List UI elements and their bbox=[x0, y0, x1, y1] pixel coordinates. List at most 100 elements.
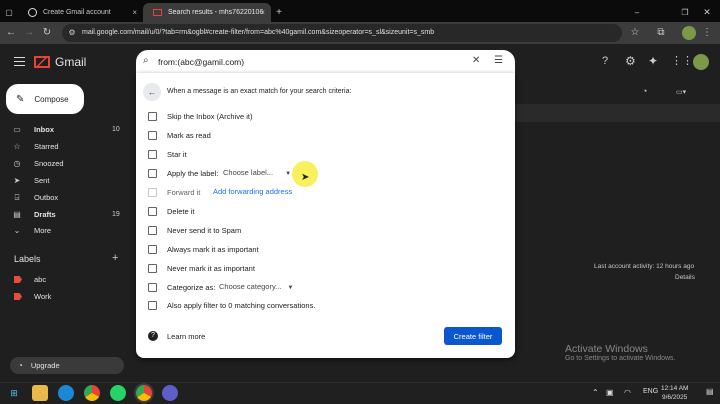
option-always-important[interactable]: Always mark it as important bbox=[148, 243, 259, 255]
whatsapp-icon[interactable] bbox=[110, 385, 126, 401]
checkbox[interactable] bbox=[148, 111, 157, 121]
network-icon[interactable]: ◠ bbox=[624, 388, 631, 397]
sidebar-label-work[interactable]: Work bbox=[0, 288, 130, 305]
option-delete-it[interactable]: Delete it bbox=[148, 205, 195, 217]
profile-avatar[interactable] bbox=[682, 26, 696, 40]
tray-chevron-icon[interactable]: ⌃ bbox=[592, 388, 599, 397]
reload-icon[interactable]: ↻ bbox=[40, 24, 54, 42]
checkbox[interactable] bbox=[148, 149, 157, 159]
upgrade-button[interactable]: ◔ Upgrade bbox=[10, 357, 124, 374]
checkbox[interactable] bbox=[148, 130, 157, 140]
checkbox[interactable] bbox=[148, 300, 157, 310]
sidebar-item-more[interactable]: ⌄ More bbox=[0, 222, 130, 239]
option-apply-label[interactable]: Apply the label: bbox=[148, 167, 218, 179]
windows-start-icon[interactable]: ⊞ bbox=[6, 385, 22, 401]
close-window-icon[interactable]: ✕ bbox=[700, 3, 714, 22]
forward-icon[interactable]: → bbox=[22, 24, 36, 42]
screen: ▢ Create Gmail account × Search results … bbox=[0, 0, 720, 404]
checkbox[interactable] bbox=[148, 225, 157, 235]
clear-search-icon[interactable]: ✕ bbox=[472, 55, 480, 66]
close-tab-icon[interactable]: × bbox=[132, 8, 137, 17]
bookmark-star-icon[interactable]: ☆ bbox=[628, 24, 642, 42]
gmail-logo-icon bbox=[34, 56, 50, 68]
tray-app-icon[interactable]: ▣ bbox=[606, 388, 614, 397]
learn-more-link[interactable]: Learn more bbox=[167, 332, 205, 341]
new-tab-button[interactable]: + bbox=[272, 3, 286, 22]
refresh-status-icon[interactable]: ◔ bbox=[642, 86, 647, 96]
option-skip-inbox[interactable]: Skip the Inbox (Archive it) bbox=[148, 110, 252, 122]
search-icon[interactable]: ⌕ bbox=[143, 55, 149, 66]
gmail-brand: Gmail bbox=[55, 55, 87, 69]
sidebar-item-inbox[interactable]: ▭ Inbox 10 bbox=[0, 121, 130, 138]
activity-details-link[interactable]: Details bbox=[675, 274, 695, 281]
choose-label-dropdown[interactable]: Choose label... ▼ bbox=[223, 168, 291, 177]
file-explorer-icon[interactable] bbox=[32, 385, 48, 401]
add-forwarding-address-link[interactable]: Add forwarding address bbox=[213, 187, 292, 196]
back-icon[interactable]: ← bbox=[4, 24, 18, 42]
browser-menu-icon[interactable]: ⋮ bbox=[700, 24, 714, 42]
language-indicator[interactable]: ENG bbox=[643, 388, 658, 395]
tab-search-results[interactable]: Search results - mhs76220106… × bbox=[143, 3, 271, 22]
checkbox[interactable] bbox=[148, 263, 157, 273]
extensions-icon[interactable]: ⧉ bbox=[654, 24, 668, 42]
option-apply-existing[interactable]: Also apply filter to 0 matching conversa… bbox=[148, 299, 315, 311]
notifications-icon[interactable]: ▤ bbox=[706, 387, 714, 396]
labels-heading: Labels bbox=[14, 254, 41, 264]
upgrade-label: Upgrade bbox=[30, 361, 60, 370]
gemini-sparkle-icon[interactable]: ✦ bbox=[648, 54, 658, 68]
tab-create-gmail[interactable]: Create Gmail account × bbox=[18, 3, 143, 22]
compose-button[interactable]: ✎ Compose bbox=[6, 84, 84, 114]
search-input[interactable]: from:(abc@gamil.com) bbox=[158, 57, 244, 67]
settings-gear-icon[interactable]: ⚙ bbox=[625, 54, 636, 68]
checkbox[interactable] bbox=[148, 282, 157, 292]
site-info-icon[interactable]: ⚙ bbox=[65, 24, 79, 42]
upgrade-icon: ◔ bbox=[18, 361, 23, 370]
draft-icon: ▤ bbox=[13, 210, 21, 219]
checkbox-disabled[interactable] bbox=[148, 187, 157, 197]
minimize-icon[interactable]: – bbox=[630, 3, 644, 22]
main-menu-icon[interactable] bbox=[14, 57, 25, 66]
search-options-icon[interactable]: ☰ bbox=[494, 55, 503, 66]
create-filter-button[interactable]: Create filter bbox=[444, 327, 502, 345]
sidebar-item-drafts[interactable]: ▤ Drafts 19 bbox=[0, 206, 130, 223]
restore-icon[interactable]: ❐ bbox=[678, 3, 692, 22]
app-icon[interactable] bbox=[162, 385, 178, 401]
sidebar-item-sent[interactable]: ➤ Sent bbox=[0, 172, 130, 189]
option-forward-it[interactable]: Forward it bbox=[148, 186, 200, 198]
apps-grid-icon[interactable]: ⋮⋮ bbox=[671, 54, 693, 67]
outbox-icon: ⍈ bbox=[14, 192, 20, 202]
chevron-down-icon: ⌄ bbox=[13, 226, 21, 235]
option-star-it[interactable]: Star it bbox=[148, 148, 187, 160]
mouse-pointer-icon: ➤ bbox=[301, 172, 310, 183]
choose-category-dropdown[interactable]: Choose category... ▼ bbox=[219, 282, 293, 291]
label-tag-icon bbox=[14, 276, 22, 283]
sidebar-item-starred[interactable]: ☆ Starred bbox=[0, 138, 130, 155]
checkbox[interactable] bbox=[148, 244, 157, 254]
sidebar-item-snoozed[interactable]: ◷ Snoozed bbox=[0, 155, 130, 172]
back-arrow-icon[interactable]: ← bbox=[143, 83, 161, 101]
add-label-icon[interactable]: + bbox=[112, 252, 118, 264]
edge-icon[interactable] bbox=[58, 385, 74, 401]
tab-list-icon[interactable]: ▢ bbox=[2, 3, 16, 22]
clock-time[interactable]: 12:14 AM bbox=[661, 385, 688, 392]
list-header-strip bbox=[515, 104, 720, 122]
view-toggle-icon[interactable]: ▭▾ bbox=[676, 88, 686, 96]
chrome-icon[interactable] bbox=[84, 385, 100, 401]
url-text[interactable]: mail.google.com/mail/u/0/?tab=rm&ogbl#cr… bbox=[82, 24, 434, 42]
checkbox[interactable] bbox=[148, 206, 157, 216]
option-never-spam[interactable]: Never send it to Spam bbox=[148, 224, 241, 236]
chrome-active-icon[interactable] bbox=[136, 385, 152, 401]
star-icon: ☆ bbox=[13, 142, 21, 151]
clock-date[interactable]: 9/6/2025 bbox=[662, 394, 687, 401]
compose-label: Compose bbox=[34, 94, 69, 104]
option-mark-read[interactable]: Mark as read bbox=[148, 129, 211, 141]
account-avatar[interactable] bbox=[693, 54, 709, 70]
support-icon[interactable]: ? bbox=[602, 55, 608, 67]
checkbox[interactable] bbox=[148, 168, 157, 178]
choose-label-text: Choose label... bbox=[223, 168, 274, 177]
option-categorize[interactable]: Categorize as: bbox=[148, 281, 215, 293]
sidebar-item-outbox[interactable]: ⍈ Outbox bbox=[0, 189, 130, 206]
close-tab-icon[interactable]: × bbox=[260, 8, 265, 17]
option-never-important[interactable]: Never mark it as important bbox=[148, 262, 255, 274]
sidebar-label-abc[interactable]: abc bbox=[0, 271, 130, 288]
